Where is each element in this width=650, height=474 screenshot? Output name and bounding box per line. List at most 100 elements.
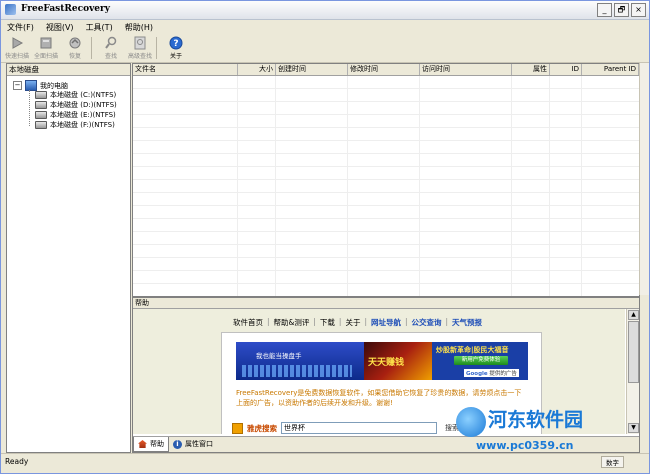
help-scrollbar[interactable]: ▲ ▼ — [626, 309, 639, 434]
file-list-pane: 文件名 大小 创建时间 修改时间 访问时间 属性 ID Parent ID — [132, 63, 640, 297]
file-list-scrollbar[interactable] — [639, 63, 649, 295]
collapse-toggle[interactable]: − — [13, 81, 22, 90]
scroll-thumb[interactable] — [628, 321, 639, 383]
recover-label: 恢复 — [68, 53, 81, 60]
column-header-attributes[interactable]: 属性 — [512, 64, 550, 75]
banner-left-panel: 我也能当操盘手 — [236, 342, 364, 380]
column-header-size[interactable]: 大小 — [238, 64, 276, 75]
banner-right-panel: 炒股新革命|股民大福音 新用户免费体验 Google 提供的广告 — [432, 342, 528, 380]
tree-connector — [29, 90, 30, 126]
ad-note-text: 提供的广告 — [489, 371, 517, 377]
fast-scan-button[interactable]: 快速扫描 — [4, 35, 30, 60]
help-nav: 软件首页 | 帮助&测评 | 下载 | 关于 | 网址导航 | 公交查询 | 天… — [229, 317, 486, 328]
nav-link-about[interactable]: 关于 — [345, 317, 360, 328]
tree-root-label: 我的电脑 — [40, 81, 68, 90]
window-title: FreeFastRecovery — [21, 4, 110, 14]
tab-help[interactable]: 帮助 — [133, 437, 169, 452]
column-header-modified[interactable]: 修改时间 — [348, 64, 420, 75]
ad-banner[interactable]: 我也能当操盘手 天天赚钱 炒股新革命|股民大福音 新用户免费体验 Google … — [236, 342, 528, 380]
menu-view[interactable]: 视图(V) — [40, 20, 80, 34]
tree-item-drive-f[interactable]: 本地磁盘 (F:)(NTFS) — [35, 120, 115, 130]
nav-separator: | — [338, 317, 342, 326]
search-button[interactable]: 搜索 — [445, 423, 459, 433]
help-icon: ? — [169, 36, 183, 50]
advanced-find-button[interactable]: 高级查找 — [127, 35, 153, 60]
menu-help[interactable]: 帮助(H) — [119, 20, 159, 34]
tab-properties-label: 属性窗口 — [185, 440, 213, 448]
banner-right-text: 炒股新革命|股民大福音 — [436, 346, 509, 354]
scroll-down-icon[interactable]: ▼ — [628, 423, 639, 433]
tree-item-drive-e[interactable]: 本地磁盘 (E:)(NTFS) — [35, 110, 116, 120]
drive-icon — [35, 121, 47, 129]
drive-label: 本地磁盘 (F:)(NTFS) — [50, 121, 115, 129]
status-text: Ready — [5, 457, 29, 466]
grid-line — [549, 76, 550, 296]
scan-fast-icon — [12, 37, 24, 49]
ad-attribution: Google 提供的广告 — [464, 369, 519, 377]
advanced-find-icon — [134, 36, 146, 50]
scroll-up-icon[interactable]: ▲ — [628, 310, 639, 320]
nav-link-help-review[interactable]: 帮助&测评 — [274, 317, 310, 328]
home-icon — [138, 440, 147, 448]
search-row: 雅虎搜索 世界杯 搜索 — [232, 421, 532, 434]
tab-properties[interactable]: i 属性窗口 — [169, 437, 217, 451]
full-scan-label: 全面扫描 — [33, 53, 58, 60]
nav-separator: | — [445, 317, 449, 326]
nav-link-bus[interactable]: 公交查询 — [412, 317, 442, 328]
banner-cta-button[interactable]: 新用户免费体验 — [454, 356, 508, 365]
help-browser: 软件首页 | 帮助&测评 | 下载 | 关于 | 网址导航 | 公交查询 | 天… — [133, 309, 625, 434]
tab-help-label: 帮助 — [150, 440, 164, 448]
restore-button[interactable]: 🗗 — [614, 3, 629, 17]
about-button[interactable]: ? 关于 — [163, 35, 189, 60]
column-header-filename[interactable]: 文件名 — [133, 64, 238, 75]
column-header-parent-id[interactable]: Parent ID — [582, 64, 639, 75]
toolbar-separator — [156, 37, 157, 59]
grid-line — [237, 76, 238, 296]
grid-line — [581, 76, 582, 296]
about-label: 关于 — [169, 53, 182, 60]
ad-brand: Google — [466, 371, 488, 377]
minimize-button[interactable]: _ — [597, 3, 612, 17]
drive-label: 本地磁盘 (D:)(NTFS) — [50, 101, 117, 109]
banner-mid-panel: 天天赚钱 — [364, 342, 432, 380]
nav-separator: | — [364, 317, 367, 326]
full-scan-button[interactable]: 全面扫描 — [33, 35, 59, 60]
banner-bars-graphic — [242, 365, 352, 377]
tree-item-drive-c[interactable]: 本地磁盘 (C:)(NTFS) — [35, 90, 116, 100]
nav-link-download[interactable]: 下载 — [320, 317, 335, 328]
status-indicator: 数字 — [601, 456, 624, 468]
column-header-accessed[interactable]: 访问时间 — [420, 64, 512, 75]
info-icon: i — [173, 439, 182, 449]
toolbar: 快速扫描 全面扫描 恢复 查找 高级查找 ? 关于 — [1, 35, 649, 63]
menu-bar: 文件(F) 视图(V) 工具(T) 帮助(H) — [1, 20, 649, 34]
grid-line — [275, 76, 276, 296]
drive-icon — [35, 101, 47, 109]
toolbar-separator — [91, 37, 92, 59]
close-button[interactable]: × — [631, 3, 646, 17]
fast-scan-label: 快速扫描 — [4, 53, 29, 60]
nav-link-directory[interactable]: 网址导航 — [371, 317, 401, 328]
scan-full-icon — [40, 37, 52, 49]
nav-link-weather[interactable]: 天气预报 — [452, 317, 482, 328]
menu-tools[interactable]: 工具(T) — [80, 20, 119, 34]
banner-left-text: 我也能当操盘手 — [256, 352, 302, 360]
find-label: 查找 — [104, 53, 117, 60]
nav-separator: | — [267, 317, 270, 326]
column-header-created[interactable]: 创建时间 — [276, 64, 348, 75]
app-window: FreeFastRecovery _ 🗗 × 文件(F) 视图(V) 工具(T)… — [0, 0, 650, 474]
nav-link-home[interactable]: 软件首页 — [233, 317, 263, 328]
find-button[interactable]: 查找 — [98, 35, 124, 60]
search-input[interactable]: 世界杯 — [281, 422, 437, 434]
status-bar: Ready 数字 — [1, 453, 649, 473]
drive-label: 本地磁盘 (E:)(NTFS) — [50, 111, 116, 119]
search-logo-icon — [232, 422, 243, 434]
column-header-id[interactable]: ID — [550, 64, 582, 75]
window-controls: _ 🗗 × — [597, 3, 646, 17]
recover-icon — [69, 37, 81, 49]
tree-item-drive-d[interactable]: 本地磁盘 (D:)(NTFS) — [35, 100, 117, 110]
menu-file[interactable]: 文件(F) — [1, 20, 40, 34]
svg-text:?: ? — [173, 39, 178, 49]
app-icon — [5, 4, 16, 15]
recover-button[interactable]: 恢复 — [62, 35, 88, 60]
file-list-body[interactable] — [133, 76, 639, 296]
